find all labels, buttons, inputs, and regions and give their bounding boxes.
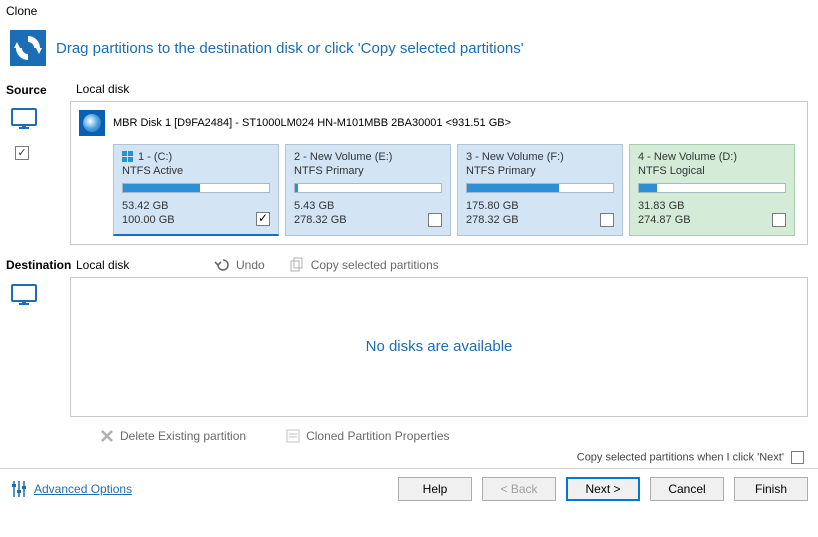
partition-card[interactable]: 1 - (C:) NTFS Active 53.42 GB100.00 GB — [113, 144, 279, 236]
usage-bar — [122, 183, 270, 193]
advanced-options-link[interactable]: Advanced Options — [34, 482, 132, 496]
no-disks-message: No disks are available — [366, 338, 513, 355]
partition-card[interactable]: 2 - New Volume (E:) NTFS Primary 5.43 GB27… — [285, 144, 451, 236]
partition-type: NTFS Primary — [466, 165, 614, 177]
undo-icon — [214, 257, 230, 273]
usage-bar — [294, 183, 442, 193]
source-disk-panel: MBR Disk 1 [D9FA2484] - ST1000LM024 HN-M… — [70, 101, 808, 245]
header: Drag partitions to the destination disk … — [0, 22, 818, 78]
close-icon — [100, 429, 114, 443]
finish-button[interactable]: Finish — [734, 477, 808, 501]
partition-checkbox[interactable] — [428, 213, 442, 227]
partition-card[interactable]: 3 - New Volume (F:) NTFS Primary 175.80 GB… — [457, 144, 623, 236]
cancel-button[interactable]: Cancel — [650, 477, 724, 501]
source-disk-checkbox[interactable] — [15, 146, 29, 160]
partition-properties-button[interactable]: Cloned Partition Properties — [286, 429, 449, 443]
destination-panel[interactable]: No disks are available — [70, 277, 808, 417]
usage-bar — [638, 183, 786, 193]
partition-checkbox[interactable] — [256, 212, 270, 226]
copy-on-next-option[interactable]: Copy selected partitions when I click 'N… — [0, 449, 818, 468]
partition-type: NTFS Logical — [638, 165, 786, 177]
delete-partition-label: Delete Existing partition — [120, 429, 246, 443]
copy-icon — [289, 257, 305, 273]
window-title: Clone — [0, 0, 818, 22]
partition-type: NTFS Active — [122, 165, 270, 177]
copy-selected-button[interactable]: Copy selected partitions — [289, 257, 439, 273]
back-button[interactable]: < Back — [482, 477, 556, 501]
disk-title: MBR Disk 1 [D9FA2484] - ST1000LM024 HN-M… — [113, 117, 511, 129]
source-type: Local disk — [70, 82, 129, 96]
partition-name: 2 - New Volume (E:) — [294, 151, 442, 163]
computer-icon — [10, 107, 38, 131]
partition-name: 1 - (C:) — [122, 151, 270, 163]
partition-checkbox[interactable] — [772, 213, 786, 227]
partition-sizes: 53.42 GB100.00 GB — [122, 199, 270, 228]
source-label: Source — [0, 82, 70, 97]
clone-wizard-icon — [10, 30, 46, 66]
copy-selected-label: Copy selected partitions — [311, 258, 439, 272]
undo-button[interactable]: Undo — [214, 257, 265, 273]
destination-label: Destination — [0, 257, 70, 272]
partition-sizes: 31.83 GB274.87 GB — [638, 199, 786, 228]
partition-name: 3 - New Volume (F:) — [466, 151, 614, 163]
partition-checkbox[interactable] — [600, 213, 614, 227]
delete-partition-button[interactable]: Delete Existing partition — [100, 429, 246, 443]
partition-properties-label: Cloned Partition Properties — [306, 429, 449, 443]
copy-on-next-checkbox[interactable] — [791, 451, 804, 464]
undo-label: Undo — [236, 258, 265, 272]
windows-icon — [122, 151, 134, 163]
usage-bar — [466, 183, 614, 193]
disk-icon — [79, 110, 105, 136]
partition-sizes: 5.43 GB278.32 GB — [294, 199, 442, 228]
computer-icon — [10, 283, 38, 307]
next-button[interactable]: Next > — [566, 477, 640, 501]
partition-sizes: 175.80 GB278.32 GB — [466, 199, 614, 228]
sliders-icon — [10, 480, 28, 498]
partition-type: NTFS Primary — [294, 165, 442, 177]
header-instruction: Drag partitions to the destination disk … — [56, 40, 524, 57]
partition-name: 4 - New Volume (D:) — [638, 151, 786, 163]
copy-on-next-label: Copy selected partitions when I click 'N… — [577, 451, 784, 463]
partition-card[interactable]: 4 - New Volume (D:) NTFS Logical 31.83 GB2… — [629, 144, 795, 236]
properties-icon — [286, 429, 300, 443]
destination-type: Local disk — [70, 258, 190, 272]
help-button[interactable]: Help — [398, 477, 472, 501]
